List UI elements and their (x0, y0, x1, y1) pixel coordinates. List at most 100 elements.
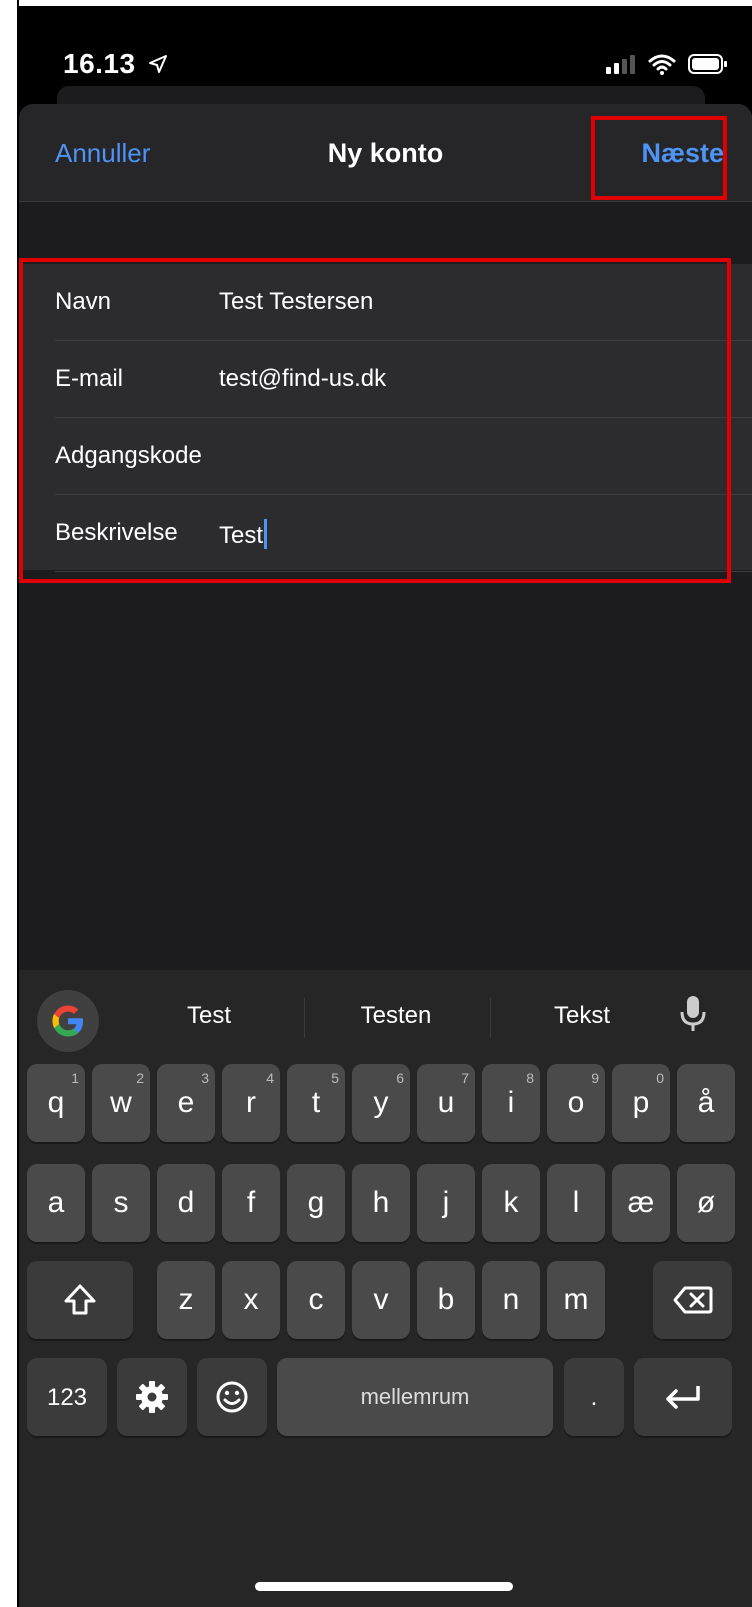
key-l[interactable]: l (547, 1164, 605, 1242)
key-label: g (307, 1186, 325, 1219)
period-key[interactable]: . (564, 1358, 624, 1436)
key-f[interactable]: f (222, 1164, 280, 1242)
key-label: j (442, 1186, 450, 1219)
key-u[interactable]: u7 (417, 1064, 475, 1142)
highlight-next-button (591, 116, 727, 200)
key-label: u (437, 1086, 455, 1119)
key-hint: 2 (136, 1070, 144, 1086)
key-r[interactable]: r4 (222, 1064, 280, 1142)
key-o[interactable]: o9 (547, 1064, 605, 1142)
shift-key[interactable] (27, 1261, 133, 1339)
suggestion-bar: Test Testen Tekst (19, 970, 752, 1066)
suggestion[interactable]: Testen (306, 1002, 486, 1030)
backspace-icon (673, 1286, 712, 1314)
key-hint: 0 (656, 1070, 664, 1086)
key-j[interactable]: j (417, 1164, 475, 1242)
key-e[interactable]: e3 (157, 1064, 215, 1142)
key-x[interactable]: x (222, 1261, 280, 1339)
key-b[interactable]: b (417, 1261, 475, 1339)
home-indicator[interactable] (255, 1582, 513, 1591)
wifi-icon (648, 54, 676, 75)
key-å[interactable]: å (677, 1064, 735, 1142)
key-s[interactable]: s (92, 1164, 150, 1242)
key-label: r (246, 1086, 256, 1119)
key-label: d (177, 1186, 195, 1219)
key-label: y (373, 1086, 389, 1119)
highlight-form (19, 258, 731, 583)
key-label: k (503, 1186, 519, 1219)
key-hint: 6 (396, 1070, 404, 1086)
status-icons (606, 52, 728, 76)
suggestion[interactable]: Test (119, 1002, 299, 1030)
key-hint: 7 (461, 1070, 469, 1086)
key-label: w (110, 1086, 132, 1119)
key-t[interactable]: t5 (287, 1064, 345, 1142)
key-label: æ (627, 1186, 655, 1219)
key-y[interactable]: y6 (352, 1064, 410, 1142)
key-hint: 1 (71, 1070, 79, 1086)
key-p[interactable]: p0 (612, 1064, 670, 1142)
emoji-key[interactable] (197, 1358, 267, 1436)
key-label: o (567, 1086, 585, 1119)
navigation-bar: Annuller Ny konto Næste (19, 104, 752, 202)
key-label: c (308, 1283, 324, 1316)
key-ø[interactable]: ø (677, 1164, 735, 1242)
key-label: n (502, 1283, 520, 1316)
key-m[interactable]: m (547, 1261, 605, 1339)
key-hint: 5 (331, 1070, 339, 1086)
numbers-key[interactable]: 123 (27, 1358, 107, 1436)
phone-screen: 16.13 Annuller Ny konto Næste Navn Test … (19, 0, 752, 1607)
key-label: t (311, 1086, 321, 1119)
signal-icon (606, 55, 635, 74)
key-label: ø (696, 1186, 716, 1219)
emoji-icon (216, 1381, 248, 1413)
key-z[interactable]: z (157, 1261, 215, 1339)
key-k[interactable]: k (482, 1164, 540, 1242)
key-label: e (177, 1086, 195, 1119)
gear-icon (136, 1381, 168, 1413)
suggestion-divider (490, 998, 491, 1038)
key-i[interactable]: i8 (482, 1064, 540, 1142)
key-hint: 9 (591, 1070, 599, 1086)
google-button[interactable] (37, 990, 99, 1052)
top-border (19, 0, 752, 8)
suggestion-divider (304, 998, 305, 1038)
numbers-key-label: 123 (46, 1384, 88, 1411)
key-label: f (246, 1186, 256, 1219)
key-label: s (113, 1186, 129, 1219)
key-n[interactable]: n (482, 1261, 540, 1339)
key-label: å (697, 1086, 715, 1119)
settings-key[interactable] (117, 1358, 187, 1436)
key-label: l (572, 1186, 580, 1219)
status-time: 16.13 (63, 48, 168, 80)
key-w[interactable]: w2 (92, 1064, 150, 1142)
left-border (0, 0, 19, 1607)
key-label: b (437, 1283, 455, 1316)
key-label: p (632, 1086, 650, 1119)
key-æ[interactable]: æ (612, 1164, 670, 1242)
key-label: z (178, 1283, 194, 1316)
key-v[interactable]: v (352, 1261, 410, 1339)
key-g[interactable]: g (287, 1164, 345, 1242)
key-a[interactable]: a (27, 1164, 85, 1242)
key-h[interactable]: h (352, 1164, 410, 1242)
key-label: v (373, 1283, 389, 1316)
new-account-sheet: Annuller Ny konto Næste Navn Test Tester… (19, 104, 752, 1607)
frame: 16.13 Annuller Ny konto Næste Navn Test … (0, 0, 752, 1607)
key-q[interactable]: q1 (27, 1064, 85, 1142)
shift-icon (64, 1284, 96, 1315)
time-text: 16.13 (63, 48, 136, 79)
key-d[interactable]: d (157, 1164, 215, 1242)
key-c[interactable]: c (287, 1261, 345, 1339)
voice-input-button[interactable] (679, 994, 707, 1039)
key-label: a (47, 1186, 65, 1219)
key-label: x (243, 1283, 259, 1316)
backspace-key[interactable] (653, 1261, 732, 1339)
suggestion[interactable]: Tekst (492, 1002, 672, 1030)
key-hint: 3 (201, 1070, 209, 1086)
return-key[interactable] (634, 1358, 732, 1436)
key-label: m (563, 1283, 589, 1316)
space-key[interactable]: mellemrum (277, 1358, 553, 1436)
google-icon (52, 1005, 83, 1037)
location-arrow-icon (148, 55, 167, 73)
